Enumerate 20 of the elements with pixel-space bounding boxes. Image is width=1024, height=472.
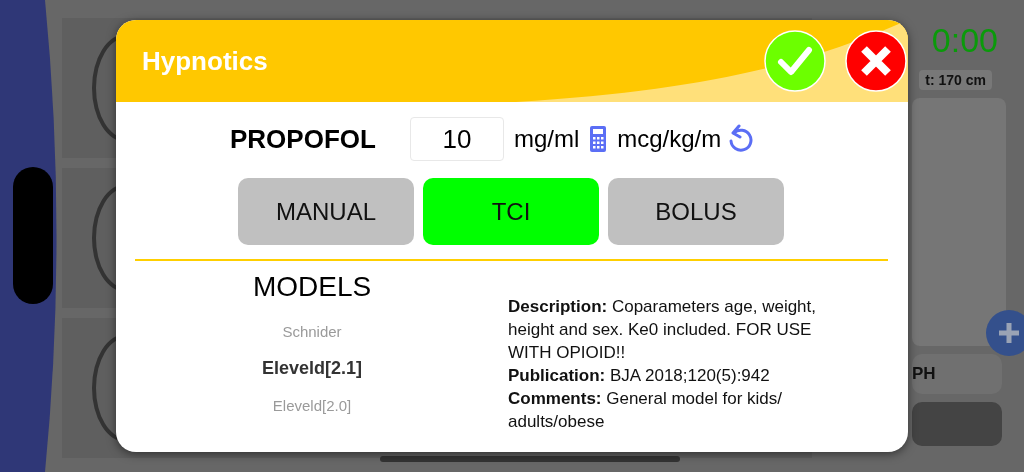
mode-tab[interactable]: MANUAL: [238, 178, 414, 245]
model-detail: Comments: General model for kids/ adults/obese: [508, 388, 783, 433]
drug-name: PROPOFOL: [230, 123, 376, 155]
close-button[interactable]: [845, 30, 907, 92]
add-button[interactable]: [986, 310, 1024, 356]
model-detail: Publication: BJA 2018;120(5):942: [508, 365, 771, 387]
calculator-icon[interactable]: [589, 125, 608, 153]
timer-text: 0:00: [930, 20, 998, 61]
concentration-field[interactable]: 10: [409, 117, 504, 161]
mode-tab[interactable]: BOLUS: [608, 178, 784, 245]
model-detail: Description: Coparameters age, weight, height and sex. Ke0 included. FOR USE WITH OPIOID!!: [508, 296, 818, 364]
ph-button[interactable]: PH: [912, 354, 1002, 394]
models-heading: MODELS: [252, 271, 372, 303]
unit-label: mcg/kg/m: [617, 125, 722, 153]
dialog-title: Hypnotics: [142, 45, 269, 77]
height-label: t: 170 cm: [919, 70, 992, 90]
model-option[interactable]: Eleveld[2.1]: [261, 358, 362, 379]
mode-tab[interactable]: TCI: [423, 178, 599, 245]
reset-icon[interactable]: [727, 124, 754, 154]
unit-label: mg/ml: [513, 125, 580, 153]
